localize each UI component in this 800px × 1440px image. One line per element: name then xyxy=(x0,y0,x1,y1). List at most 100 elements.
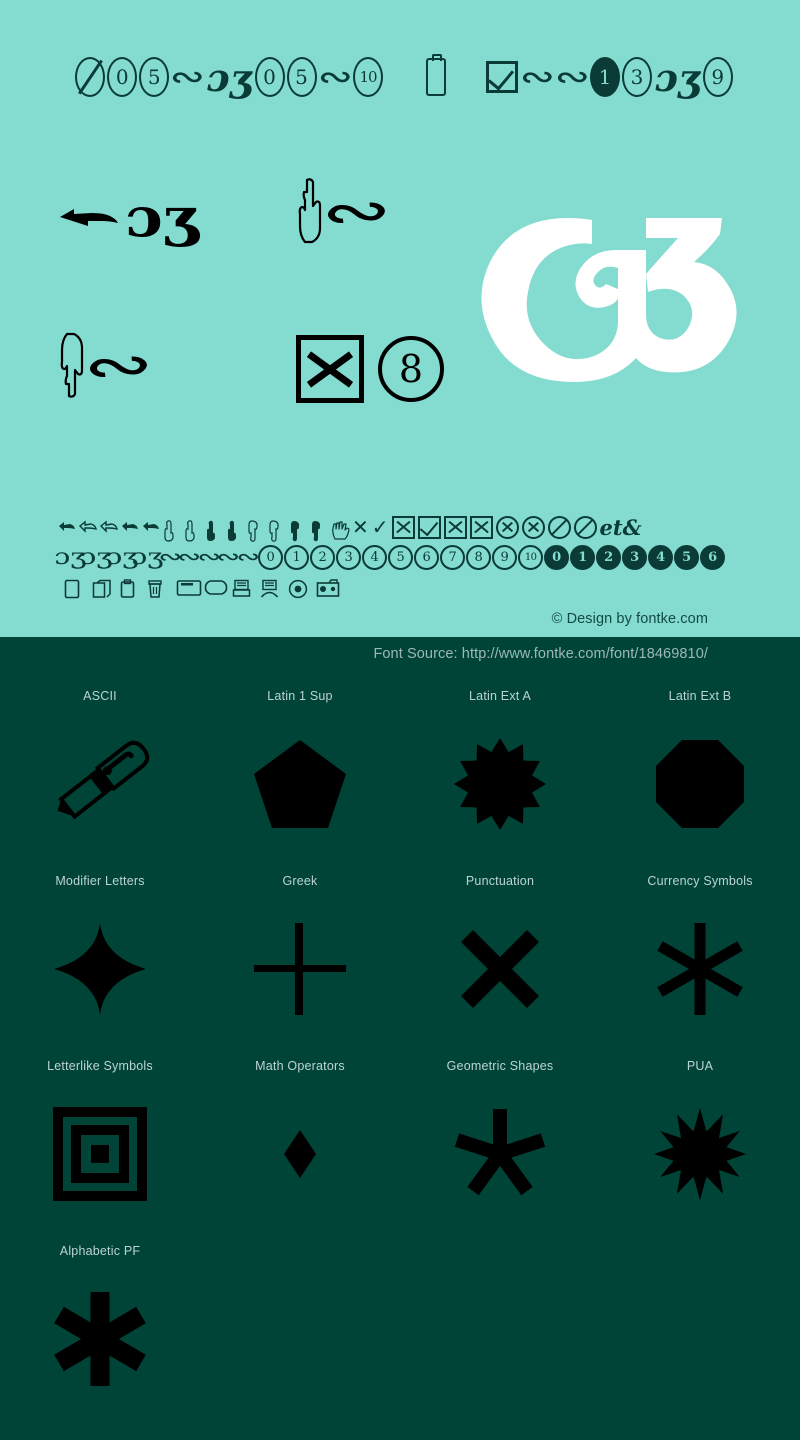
swash-ornament-icon-2: ∾ xyxy=(316,57,353,97)
heavy-six-spoke-asterisk-glyph xyxy=(15,1258,185,1419)
swash-ornament-icon-4: ∾ xyxy=(553,57,590,97)
twelve-point-star-glyph xyxy=(615,1073,785,1234)
circled-five-value: 5 xyxy=(147,65,161,89)
circled-five-icon: 5 xyxy=(139,57,170,97)
hand-down-filled-icon xyxy=(289,519,307,542)
trash-icon xyxy=(148,579,170,599)
circled-number-7: 7 xyxy=(440,544,466,570)
solid-circled-number-1-value: 1 xyxy=(578,549,588,565)
circled-number-5: 5 xyxy=(388,544,414,570)
prohibition-icon-2 xyxy=(573,515,597,539)
slashed-oval-icon xyxy=(75,57,106,97)
open-hand-outline-icon xyxy=(331,519,350,540)
sample-boxed-x-and-circled-eight: 8 xyxy=(296,335,444,403)
block-cell-alphabetic-pf: Alphabetic PF xyxy=(0,1234,200,1419)
circled-number-2-value: 2 xyxy=(318,549,327,565)
hand-point-right-outline-icon xyxy=(79,519,97,535)
flourish-ornament-glyph: ∾ xyxy=(317,175,395,247)
block-label-latin-ext-a: Latin Ext A xyxy=(469,689,531,703)
circled-x-icon-1 xyxy=(495,515,519,539)
pages-stack-icon xyxy=(92,579,114,599)
hand-down-outline-icon-2 xyxy=(268,519,286,542)
printer-icon xyxy=(232,579,254,599)
block-label-pua: PUA xyxy=(686,1059,714,1073)
solid-circled-number-5-value: 5 xyxy=(682,549,692,565)
headline-left-group: 0 5 ∾ ɔʒ 0 5 ∾ 10 xyxy=(74,55,384,100)
hand-up-filled-icon xyxy=(205,519,223,541)
block-cell-latin-ext-b: Latin Ext B xyxy=(600,679,800,864)
block-label-greek: Greek xyxy=(282,874,318,888)
circled-number-5-value: 5 xyxy=(396,549,405,565)
circled-eight-value: 8 xyxy=(398,347,424,391)
circled-number-6-value: 6 xyxy=(422,549,431,565)
solid-circled-number-5: 5 xyxy=(674,544,700,570)
glyph-matrix-row-2: ɔʒ ɔʒ ɔʒ ɔʒ ∾ ∾ ∾ ∾ ∾ 0 1 2 3 4 5 6 7 8 … xyxy=(54,542,748,572)
solid-circled-number-0: 0 xyxy=(544,544,570,570)
block-cell-latin-ext-a: Latin Ext A xyxy=(400,679,600,864)
block-label-geometric-shapes: Geometric Shapes xyxy=(446,1059,554,1073)
filled-circled-one-icon: 1 xyxy=(590,57,620,97)
solid-circled-number-0-value: 0 xyxy=(552,549,562,565)
six-spoke-asterisk-glyph xyxy=(615,888,785,1049)
circled-number-2: 2 xyxy=(310,544,336,570)
clipboard-icon xyxy=(426,54,446,96)
circled-number-7-value: 7 xyxy=(448,549,457,565)
block-label-modifier-letters: Modifier Letters xyxy=(55,874,145,888)
concentric-squares-glyph xyxy=(15,1073,185,1234)
boxed-x-icon-small-1 xyxy=(391,515,415,539)
filled-pentagon-glyph xyxy=(215,703,385,864)
glyph-matrix-row-1: ✕ ✓ et& xyxy=(58,512,748,542)
block-label-latin-1-sup: Latin 1 Sup xyxy=(267,689,333,703)
hand-point-right-filled-icon-3 xyxy=(142,519,160,535)
camera-icon xyxy=(316,579,340,599)
circled-three-icon: 3 xyxy=(622,57,652,97)
circled-number-3: 3 xyxy=(336,544,362,570)
circled-nine-icon: 9 xyxy=(702,57,733,97)
boxed-check-icon-small xyxy=(417,515,441,539)
sample-pointing-hand-up: ∾ xyxy=(296,175,395,247)
circled-number-8-value: 8 xyxy=(474,549,483,565)
swash-ornament-icon: ∾ xyxy=(169,57,206,97)
circled-number-4: 4 xyxy=(362,544,388,570)
circled-number-1-value: 1 xyxy=(292,549,301,565)
boxed-x-icon-small-2 xyxy=(443,515,467,539)
block-cell-currency-symbols: Currency Symbols xyxy=(600,864,800,1049)
circled-zero-value-2: 0 xyxy=(263,65,276,89)
glyph-matrix-row-3 xyxy=(58,574,748,604)
circled-number-10-value: 10 xyxy=(524,551,537,563)
block-label-alphabetic-pf: Alphabetic PF xyxy=(59,1244,141,1258)
et-ampersand-ligature: et& xyxy=(599,514,642,540)
circled-number-0: 0 xyxy=(258,544,284,570)
solid-circled-number-2: 2 xyxy=(596,544,622,570)
circled-zero-value: 0 xyxy=(115,65,129,89)
boxed-x-icon xyxy=(296,335,364,403)
clipboard-icon-small xyxy=(120,579,142,599)
hand-point-right-filled-icon-2 xyxy=(121,519,139,535)
block-cell-modifier-letters: Modifier Letters xyxy=(0,864,200,1049)
block-cell-punctuation: Punctuation xyxy=(400,864,600,1049)
unicode-block-panel: Font Source: http://www.fontke.com/font/… xyxy=(0,637,800,1440)
pen-outline-glyph xyxy=(15,703,185,864)
circled-five-value-2: 5 xyxy=(295,65,308,89)
ct-ligature-swash-glyph: ɔʒ xyxy=(125,185,199,249)
circled-number-4-value: 4 xyxy=(370,549,379,565)
design-credit: © Design by fontke.com xyxy=(551,611,708,627)
solid-circled-number-4: 4 xyxy=(648,544,674,570)
block-label-punctuation: Punctuation xyxy=(465,874,535,888)
hand-up-filled-icon-2 xyxy=(226,519,244,541)
ct-ligature-icon: ɔʒ xyxy=(206,54,252,100)
block-cell-latin-1-sup: Latin 1 Sup xyxy=(200,679,400,864)
five-spoke-asterisk-glyph xyxy=(415,1073,585,1234)
hand-point-right-filled-icon xyxy=(58,519,76,535)
headline-glyph-row: 0 5 ∾ ɔʒ 0 5 ∾ 10 ∾ ∾ 1 3 ɔʒ 9 xyxy=(0,44,800,110)
prohibition-icon-1 xyxy=(547,515,571,539)
hand-up-outline-icon xyxy=(163,519,181,542)
circled-three-value: 3 xyxy=(630,65,644,89)
block-cell-greek: Greek xyxy=(200,864,400,1049)
font-source-link[interactable]: Font Source: http://www.fontke.com/font/… xyxy=(373,646,708,662)
folder-rounded-icon xyxy=(204,579,228,599)
solid-circled-number-3-value: 3 xyxy=(630,549,640,565)
flourish-ornament-glyph-2: ∾ xyxy=(79,329,157,401)
boxed-x-icon-small-3 xyxy=(469,515,493,539)
block-cell-pua: PUA xyxy=(600,1049,800,1234)
